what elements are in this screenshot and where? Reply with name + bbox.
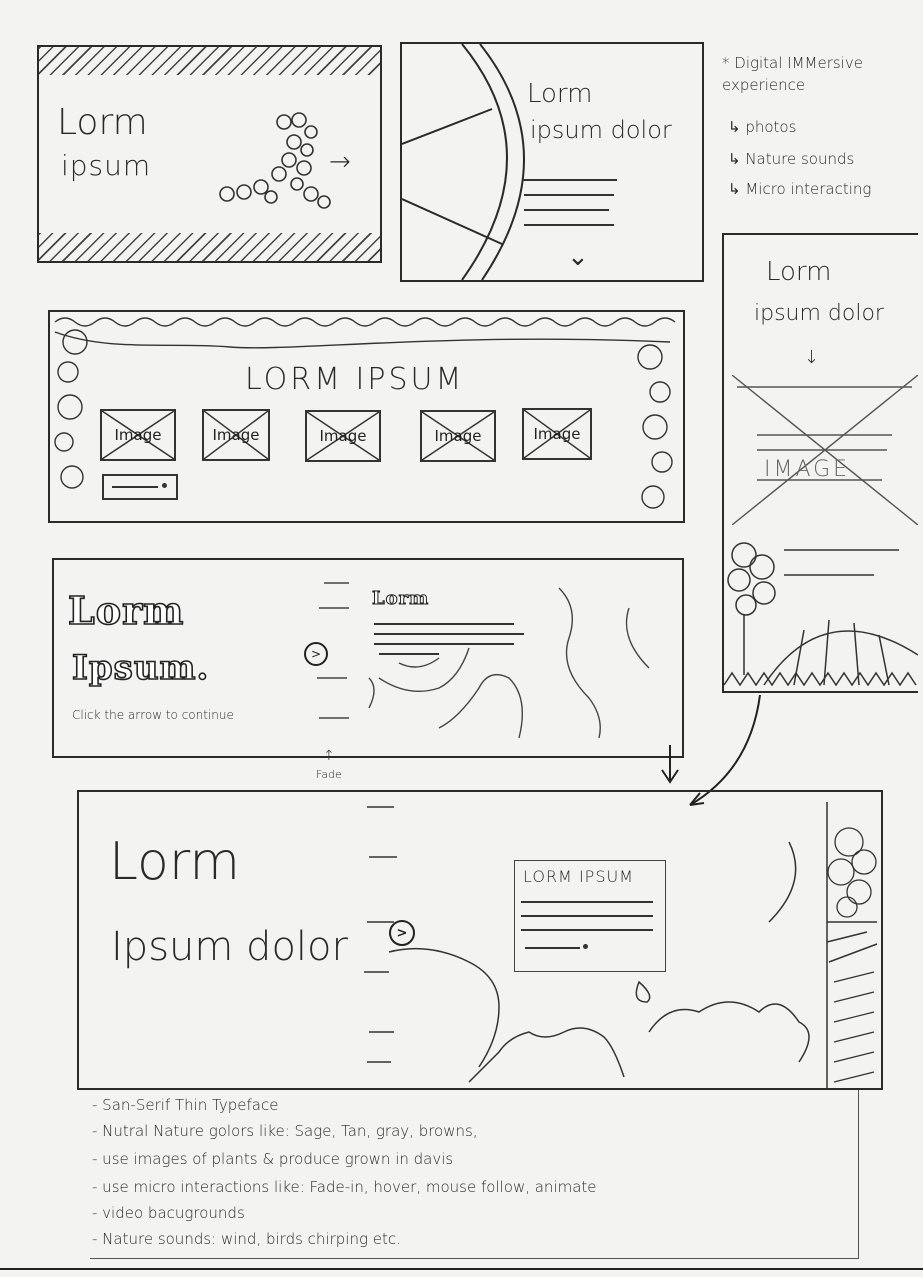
notes-top-title: * Digital IMMersive experience xyxy=(722,54,863,94)
globe-arc-decor xyxy=(402,44,525,280)
gallery-button[interactable] xyxy=(102,474,178,500)
mobile-title-line2: ipsum dolor xyxy=(754,301,884,326)
notes-top-item: ↳ Micro interacting xyxy=(728,180,872,198)
text-line xyxy=(524,224,614,226)
top-hatch-band xyxy=(39,47,380,75)
notes-top-item: ↳ Nature sounds xyxy=(728,150,855,168)
intro-caption: Click the arrow to continue xyxy=(72,708,234,722)
image-label: Image xyxy=(319,427,367,445)
globe-title-line2: ipsum dolor xyxy=(530,116,672,144)
notes-bottom-item: - video bacugrounds xyxy=(92,1204,245,1222)
image-label: Image xyxy=(434,427,482,445)
next-arrow-icon[interactable]: → xyxy=(329,147,351,177)
frame-intro: Lorm Ipsum. Click the arrow to continue … xyxy=(52,558,684,781)
page-bottom-rule xyxy=(0,1268,923,1270)
notes-bottom-item: - Nutral Nature golors like: Sage, Tan, … xyxy=(92,1122,478,1140)
hero-title-line2: ipsum xyxy=(61,149,152,182)
arrow-down-icon: ↓ xyxy=(804,347,820,368)
notes-bottom-item: - use micro interactions like: Fade-in, … xyxy=(92,1178,597,1196)
frame-gallery: LORM IPSUM Image Image Image Image Image xyxy=(48,310,685,523)
image-label: Image xyxy=(212,426,260,444)
notes-bottom-item: - Nature sounds: wind, birds chirping et… xyxy=(92,1230,401,1248)
gallery-title: LORM IPSUM xyxy=(245,362,465,397)
text-line xyxy=(522,179,617,181)
image-placeholder[interactable]: Image xyxy=(202,409,270,461)
notes-bottom-item: - San-Serif Thin Typeface xyxy=(92,1096,279,1114)
tree-hill-decor xyxy=(724,542,918,687)
fade-arrow-icon: ↑ xyxy=(323,748,335,764)
scribble-circles-decor xyxy=(219,112,331,209)
notes-top-item: ↳ photos xyxy=(728,118,797,136)
frame-globe-hero: Lorm ipsum dolor ⌄ xyxy=(400,42,704,282)
image-placeholder[interactable]: Image xyxy=(100,409,176,461)
final-title-line2: Ipsum dolor xyxy=(111,924,348,970)
frame-mobile: Lorm ipsum dolor ↓ IMAGE xyxy=(722,233,918,693)
frame-final-hero: Lorm Ipsum dolor > LORM IPSUM xyxy=(77,790,883,1090)
image-label: Image xyxy=(114,426,162,444)
wind-lines-decor xyxy=(317,582,650,739)
mobile-image-label: IMAGE xyxy=(764,457,851,482)
bottom-hatch-band xyxy=(39,233,380,261)
hero-title-line1: Lorm xyxy=(57,102,148,143)
intro-title-line2: Ipsum. xyxy=(71,647,210,689)
text-line xyxy=(524,194,614,196)
image-placeholder[interactable]: Image xyxy=(305,410,381,462)
image-label: Image xyxy=(533,425,581,443)
text-line xyxy=(524,209,609,211)
fade-note-label: Fade xyxy=(316,768,342,781)
notes-bottom-item: - use images of plants & produce grown i… xyxy=(92,1150,454,1168)
frame-hero-hatched: Lorm ipsum → xyxy=(37,45,382,263)
image-placeholder[interactable]: Image xyxy=(522,408,592,460)
image-placeholder[interactable]: Image xyxy=(420,410,496,462)
final-title-line1: Lorm xyxy=(109,832,240,892)
intro-title-line1: Lorm xyxy=(67,587,185,634)
mobile-image-placeholder xyxy=(732,375,918,525)
chevron-down-icon[interactable]: ⌄ xyxy=(567,242,589,272)
globe-title-line1: Lorm xyxy=(527,79,593,109)
nature-scene-decor xyxy=(364,802,878,1088)
mobile-title-line1: Lorm xyxy=(766,257,832,287)
